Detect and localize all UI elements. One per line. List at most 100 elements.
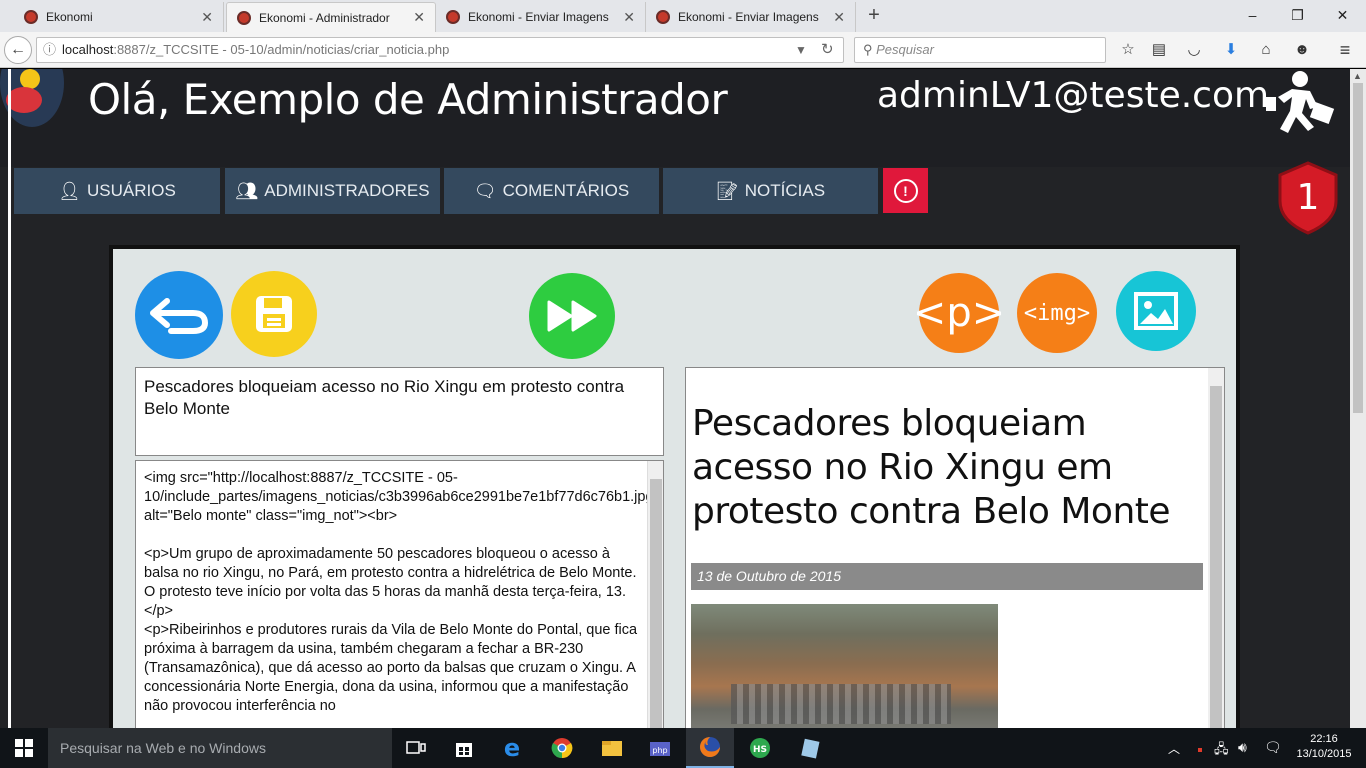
start-button[interactable] xyxy=(0,728,48,768)
chrome-icon[interactable] xyxy=(538,728,586,768)
admin-menu: 👤︎ USUÁRIOS 👥︎ ADMINISTRADORES 🗨︎ COMENTÁRI… xyxy=(0,168,1350,214)
info-icon[interactable]: ⓘ xyxy=(43,42,56,57)
close-tab-icon[interactable]: ✕ xyxy=(413,9,425,26)
volume-icon[interactable]: 🔊︎ xyxy=(1238,739,1247,756)
notification-dot-icon xyxy=(1198,748,1202,752)
page-scrollbar-thumb[interactable] xyxy=(1353,83,1363,413)
windows-taskbar: Pesquisar na Web e no Windows e php HS ︿… xyxy=(0,728,1366,768)
menu-hamburger-icon[interactable]: ≡ xyxy=(1334,40,1356,60)
ekonomi-favicon-icon xyxy=(656,10,670,24)
task-view-icon[interactable] xyxy=(392,728,440,768)
menu-comentarios[interactable]: 🗨︎ COMENTÁRIOS xyxy=(444,168,659,214)
browser-nav-bar: ← ⓘ localhost:8887/z_TCCSITE - 05-10/admi… xyxy=(0,32,1366,68)
taskbar-search-input[interactable]: Pesquisar na Web e no Windows xyxy=(48,728,392,768)
windows-logo-icon xyxy=(15,739,33,757)
image-icon xyxy=(1134,292,1178,330)
bookmarks-list-icon[interactable]: ▤ xyxy=(1148,40,1170,60)
edge-icon[interactable]: e xyxy=(488,728,536,768)
news-preview: Pescadores bloqueiam acesso no Rio Xingu… xyxy=(685,367,1225,728)
menu-label: USUÁRIOS xyxy=(87,181,176,200)
preview-image-belo-monte xyxy=(691,604,998,728)
php-app-icon[interactable]: php xyxy=(636,728,684,768)
news-editor-panel: <p> <img> Pescadores bloqueiam acesso no… xyxy=(109,245,1240,728)
menu-noticias[interactable]: 📝︎ NOTÍCIAS xyxy=(663,168,878,214)
close-tab-icon[interactable]: ✕ xyxy=(833,9,845,26)
close-tab-icon[interactable]: ✕ xyxy=(201,9,213,26)
coin-icon xyxy=(20,69,40,89)
alert-button[interactable]: ! xyxy=(883,168,928,213)
news-title-input[interactable]: Pescadores bloqueiam acesso no Rio Xingu… xyxy=(135,367,664,456)
badge-count: 1 xyxy=(1297,177,1320,218)
browser-tab[interactable]: Ekonomi - Enviar Imagens ✕ xyxy=(436,2,646,32)
user-icon: 👤︎ xyxy=(58,180,82,201)
menu-usuarios[interactable]: 👤︎ USUÁRIOS xyxy=(14,168,220,214)
reload-icon[interactable]: ↻ xyxy=(821,38,834,62)
url-path: :8887/z_TCCSITE - 05-10/admin/noticias/c… xyxy=(113,42,450,57)
greeting-title: Olá, Exemplo de Administrador xyxy=(88,75,728,124)
back-button[interactable] xyxy=(135,271,223,359)
bookmark-star-icon[interactable]: ☆ xyxy=(1117,40,1139,60)
logout-running-man-icon[interactable] xyxy=(1262,69,1342,149)
dam-structure xyxy=(731,684,951,724)
tab-title: Ekonomi xyxy=(46,10,93,24)
preview-scrollbar[interactable] xyxy=(1208,368,1224,728)
taskbar-clock[interactable]: 22:16 13/10/2015 xyxy=(1294,732,1354,762)
save-button[interactable] xyxy=(231,271,317,357)
network-icon[interactable]: 🖧︎ xyxy=(1214,740,1229,762)
browser-tab[interactable]: Ekonomi - Enviar Imagens ✕ xyxy=(646,2,856,32)
close-tab-icon[interactable]: ✕ xyxy=(623,9,635,26)
insert-img-tag-button[interactable]: <img> xyxy=(1017,273,1097,353)
address-bar[interactable]: ⓘ localhost:8887/z_TCCSITE - 05-10/admin/… xyxy=(36,37,844,63)
page-scrollbar[interactable]: ▲ xyxy=(1350,69,1366,728)
ekonomi-favicon-icon xyxy=(24,10,38,24)
store-icon[interactable] xyxy=(440,728,488,768)
preview-title: Pescadores bloqueiam acesso no Rio Xingu… xyxy=(692,403,1171,532)
pocket-icon[interactable]: ◡ xyxy=(1183,40,1205,60)
ekonomi-favicon-icon xyxy=(237,10,251,25)
url-dropdown-icon[interactable]: ▼ xyxy=(795,38,807,62)
restore-button[interactable]: ❐ xyxy=(1275,0,1320,30)
minimize-button[interactable]: – xyxy=(1230,0,1275,30)
notes-app-icon[interactable] xyxy=(786,728,834,768)
scrollbar-thumb[interactable] xyxy=(1210,386,1222,728)
browser-tab-bar: Ekonomi ✕ Ekonomi - Administrador ✕ Ekon… xyxy=(0,0,1366,32)
new-tab-button[interactable]: + xyxy=(862,4,886,28)
insert-paragraph-button[interactable]: <p> xyxy=(913,273,1005,353)
tab-title: Ekonomi - Enviar Imagens xyxy=(678,10,819,24)
menu-administradores[interactable]: 👥︎ ADMINISTRADORES xyxy=(225,168,440,214)
hs-app-icon[interactable]: HS xyxy=(736,728,784,768)
home-icon[interactable]: ⌂ xyxy=(1255,40,1277,60)
scroll-up-icon[interactable]: ▲ xyxy=(1353,71,1362,81)
notification-shield-badge[interactable]: 1 xyxy=(1278,161,1338,235)
menu-label: NOTÍCIAS xyxy=(744,181,826,200)
textarea-scrollbar[interactable] xyxy=(647,461,663,728)
close-window-button[interactable]: ✕ xyxy=(1320,0,1365,30)
piggy-bank-icon xyxy=(6,87,42,113)
ekonomi-favicon-icon xyxy=(446,10,460,24)
scrollbar-thumb[interactable] xyxy=(650,479,662,728)
clock-time: 22:16 xyxy=(1310,733,1338,745)
browser-search-input[interactable]: ⚲ Pesquisar xyxy=(854,37,1106,63)
hello-chat-icon[interactable]: ☻ xyxy=(1291,40,1313,60)
next-button[interactable] xyxy=(529,273,615,359)
browser-tab[interactable]: Ekonomi ✕ xyxy=(14,2,224,32)
action-center-icon[interactable]: 🗨︎ xyxy=(1264,739,1282,756)
browser-tab-active[interactable]: Ekonomi - Administrador ✕ xyxy=(226,2,436,32)
users-icon: 👥︎ xyxy=(235,180,259,201)
admin-email: adminLV1@teste.com xyxy=(877,75,1270,116)
file-explorer-icon[interactable] xyxy=(588,728,636,768)
show-hidden-icons-icon[interactable]: ︿ xyxy=(1168,740,1180,757)
download-icon[interactable]: ⬇ xyxy=(1220,40,1242,60)
tab-title: Ekonomi - Enviar Imagens xyxy=(468,10,609,24)
browser-back-button[interactable]: ← xyxy=(4,36,32,64)
url-host: localhost xyxy=(62,42,114,57)
admin-header: Olá, Exemplo de Administrador adminLV1@t… xyxy=(0,69,1350,728)
menu-label: COMENTÁRIOS xyxy=(502,181,630,200)
news-body-textarea[interactable]: <img src="http://localhost:8887/z_TCCSIT… xyxy=(135,460,664,728)
image-gallery-button[interactable] xyxy=(1116,271,1196,351)
menu-label: ADMINISTRADORES xyxy=(264,181,430,200)
preview-date: 13 de Outubro de 2015 xyxy=(691,563,1203,590)
news-icon: 📝︎ xyxy=(715,180,739,201)
tab-title: Ekonomi - Administrador xyxy=(259,10,390,25)
firefox-icon[interactable] xyxy=(686,728,734,768)
